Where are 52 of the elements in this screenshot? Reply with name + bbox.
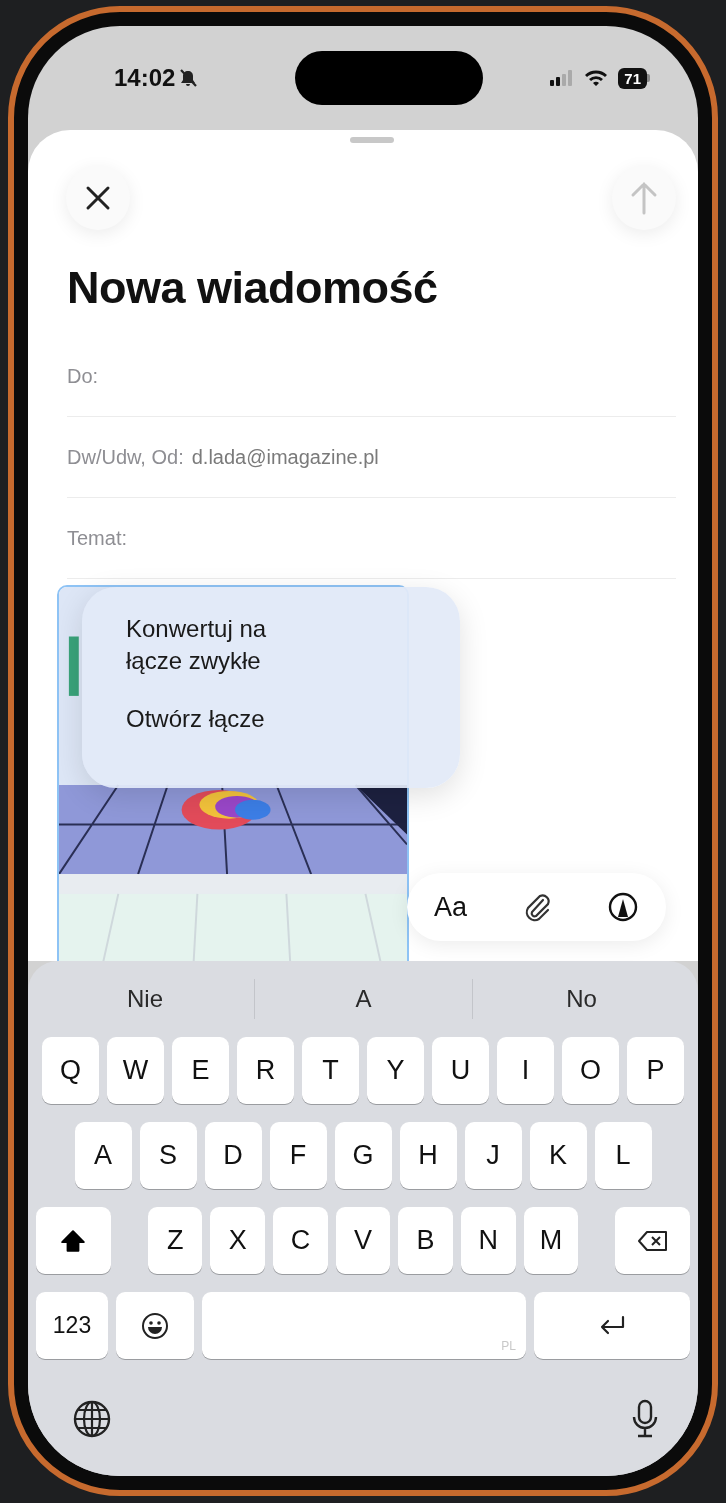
wifi-icon: [584, 69, 609, 87]
menu-item[interactable]: Konwertuj na łącze zwykłe: [126, 613, 326, 677]
globe-icon[interactable]: [72, 1399, 112, 1439]
letter-key[interactable]: T: [302, 1037, 359, 1104]
letter-key[interactable]: D: [204, 1122, 262, 1189]
letter-key[interactable]: Q: [42, 1037, 99, 1104]
menu-item[interactable]: Otwórz łącze: [126, 703, 326, 735]
letter-key[interactable]: R: [237, 1037, 294, 1104]
letter-key[interactable]: O: [562, 1037, 619, 1104]
letter-key[interactable]: Z: [147, 1207, 203, 1274]
letter-key[interactable]: P: [627, 1037, 684, 1104]
signal-icon: [550, 70, 575, 86]
field-label: Temat:: [67, 526, 128, 550]
letter-key[interactable]: L: [594, 1122, 652, 1189]
letter-key[interactable]: B: [398, 1207, 453, 1274]
letter-key[interactable]: U: [432, 1037, 489, 1104]
suggestion[interactable]: Nie: [36, 979, 254, 1019]
letter-key[interactable]: A: [74, 1122, 132, 1189]
letter-key[interactable]: H: [399, 1122, 457, 1189]
letter-key[interactable]: I: [497, 1037, 554, 1104]
field-value: d.lada@imagazine.pl: [191, 445, 379, 469]
page-title: Nowa wiadomość: [67, 262, 439, 314]
battery-icon: 71: [618, 67, 650, 89]
up-arrow-icon: [629, 181, 659, 215]
letter-key[interactable]: G: [334, 1122, 392, 1189]
text-format-button[interactable]: Aa: [430, 887, 471, 927]
suggestion[interactable]: A: [254, 979, 472, 1019]
emoji-key[interactable]: [116, 1292, 194, 1359]
letter-key[interactable]: N: [460, 1207, 516, 1274]
field-label: Do:: [67, 364, 99, 388]
letter-key[interactable]: W: [107, 1037, 164, 1104]
letter-key[interactable]: M: [523, 1207, 579, 1274]
pen-circle-icon: [607, 891, 639, 923]
microphone-icon[interactable]: [630, 1399, 660, 1439]
shift-key[interactable]: [36, 1207, 111, 1274]
letter-key[interactable]: J: [464, 1122, 522, 1189]
field-label: Dw/Udw, Od:: [67, 445, 184, 469]
letter-key[interactable]: F: [269, 1122, 327, 1189]
letter-key[interactable]: S: [139, 1122, 197, 1189]
backspace-icon: [636, 1228, 669, 1253]
delete-key[interactable]: [615, 1207, 690, 1274]
smiley-icon: [140, 1310, 170, 1341]
letter-key[interactable]: X: [210, 1207, 266, 1274]
letter-key[interactable]: E: [172, 1037, 229, 1104]
letter-key[interactable]: C: [273, 1207, 328, 1274]
letter-key[interactable]: Y: [367, 1037, 424, 1104]
letter-key[interactable]: V: [335, 1207, 391, 1274]
numbers-key[interactable]: 123: [36, 1292, 108, 1359]
clock-time: 14:02: [114, 64, 176, 92]
letter-key[interactable]: K: [529, 1122, 587, 1189]
suggestion[interactable]: No: [472, 979, 690, 1019]
address-field[interactable]: Dw/Udw, Od: d.lada@imagazine.pl: [67, 417, 676, 498]
